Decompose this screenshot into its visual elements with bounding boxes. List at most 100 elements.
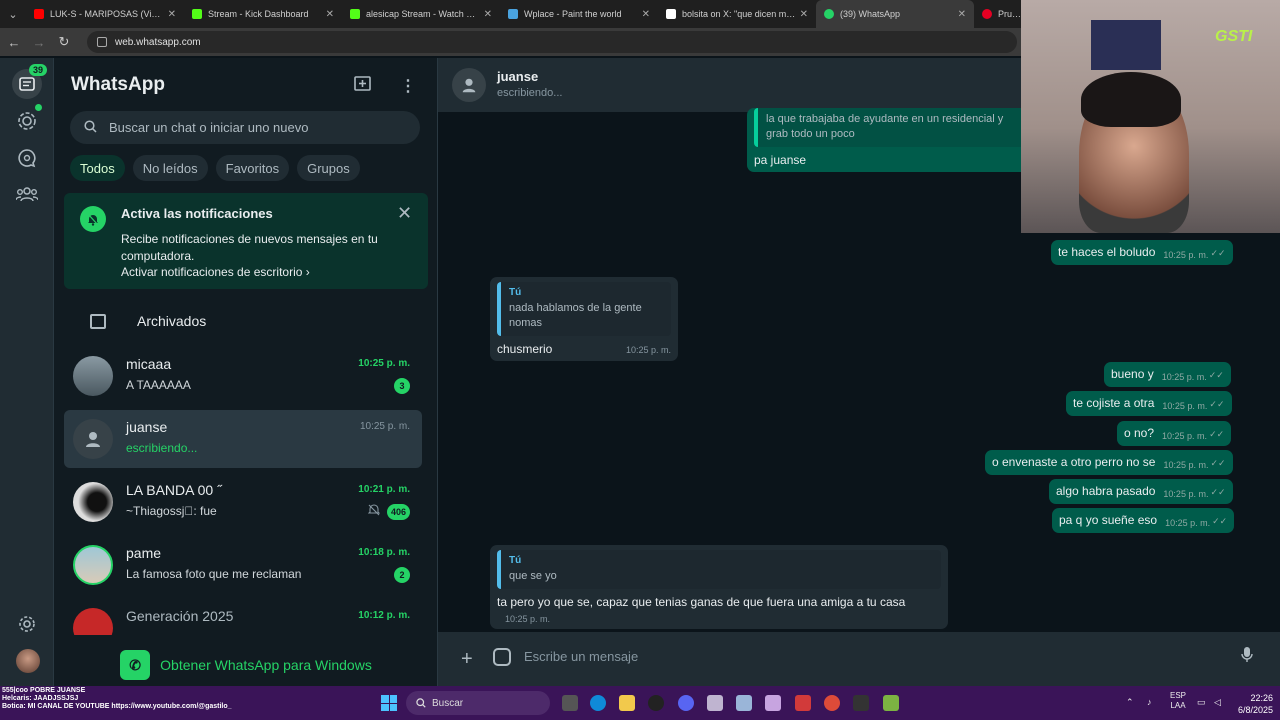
search-input[interactable]: Buscar un chat o iniciar uno nuevo [70,111,420,144]
contact-name: juanse [497,69,539,84]
network-icon[interactable]: ▭ [1197,697,1206,708]
file-explorer-icon[interactable] [619,695,635,711]
filter-favorites[interactable]: Favoritos [215,155,290,181]
attach-plus-icon[interactable]: + [461,648,473,671]
browser-tab-1[interactable]: LUK-S - MARIPOSAS (Video Of ✕ [26,0,184,28]
clock-date: 6/8/2025 [1238,705,1274,715]
taskbar-search[interactable]: Buscar [406,691,550,715]
close-tab-icon[interactable]: ✕ [800,9,808,20]
channels-icon[interactable] [14,145,40,171]
communities-icon[interactable] [14,181,40,207]
new-chat-icon[interactable] [354,76,371,96]
close-tab-icon[interactable]: ✕ [642,9,650,20]
sticker-emoji-icon[interactable] [493,648,511,666]
archived-row[interactable]: Archivados [54,301,438,341]
close-tab-icon[interactable]: ✕ [326,9,334,20]
get-windows-app-link[interactable]: ✆ Obtener WhatsApp para Windows [54,644,438,686]
chat-item-micaaa[interactable]: micaaa A TAAAAAA 10:25 p. m. 3 [64,347,422,405]
filter-all[interactable]: Todos [70,155,125,181]
message-bubble[interactable]: Tú nada hablamos de la gente nomas chusm… [490,277,678,361]
unread-badge: 3 [394,378,410,394]
app-icon[interactable] [883,695,899,711]
contact-avatar[interactable] [452,68,486,102]
chat-name: micaaa [126,356,172,372]
tray-chevron-icon[interactable]: ⌃ [1126,697,1134,708]
link-text: Activar notificaciones de escritorio [121,265,303,279]
windows-start-icon[interactable] [381,695,397,711]
message-time: 10:25 p. m. [1162,401,1208,411]
mic-tray-icon[interactable]: ♪ [1147,697,1152,707]
system-clock[interactable]: 22:26 6/8/2025 [1238,692,1273,716]
message-bubble[interactable]: te haces el boludo 10:25 p. m. ✓✓ [1051,240,1233,265]
profile-avatar[interactable] [16,649,40,673]
browser-tab-whatsapp[interactable]: (39) WhatsApp ✕ [816,0,974,28]
task-view-icon[interactable] [562,695,578,711]
search-icon [416,698,426,708]
message-bubble[interactable]: bueno y 10:25 p. m. ✓✓ [1104,362,1231,387]
avatar [73,608,113,635]
chat-item-pame[interactable]: pame La famosa foto que me reclaman 10:1… [64,536,422,594]
chrome-icon[interactable] [824,695,840,711]
volume-icon[interactable]: ◁ [1214,697,1221,708]
site-info-icon[interactable] [97,37,107,47]
quoted-author: Tú [509,555,522,566]
edge-icon[interactable] [590,695,606,711]
reload-icon[interactable]: ↻ [53,34,75,50]
url-field[interactable]: web.whatsapp.com [87,31,1017,53]
microphone-icon[interactable] [1241,646,1253,668]
message-bubble[interactable]: algo habra pasado 10:25 p. m. ✓✓ [1049,479,1233,504]
browser-tab-5[interactable]: bolsita on X: "que dicen me sac ✕ [658,0,816,28]
obs-icon[interactable] [648,695,664,711]
chat-name: LA BANDA 00 ˝ [126,482,222,498]
chat-item-la-banda[interactable]: LA BANDA 00 ˝ ~Thiagossj🏽: fue 10:21 p. … [64,473,422,531]
browser-tab-2[interactable]: Stream - Kick Dashboard ✕ [184,0,342,28]
settings-gear-icon[interactable] [14,611,40,637]
chat-list-panel: WhatsApp ⋮ Buscar un chat o iniciar uno … [54,58,438,686]
close-icon[interactable]: ✕ [397,203,412,224]
app-title: WhatsApp [71,74,165,95]
tab-list-dropdown-icon[interactable]: ⌄ [0,0,26,28]
forward-arrow-icon[interactable]: → [28,35,50,50]
read-receipt-icon: ✓✓ [1208,370,1224,380]
chat-item-generacion-2025[interactable]: Generación 2025 10:12 p. m. [64,599,422,635]
message-time: 10:25 p. m. [625,345,671,355]
message-bubble[interactable]: te cojiste a otra 10:25 p. m. ✓✓ [1066,391,1232,416]
message-input[interactable]: Escribe un mensaje [524,649,638,664]
language-indicator[interactable]: ESP LAA [1170,691,1186,711]
unread-badge: 2 [394,567,410,583]
close-tab-icon[interactable]: ✕ [484,9,492,20]
app-icon[interactable] [765,695,781,711]
quoted-text: la que trabajaba de ayudante en un resid… [766,113,1004,140]
close-tab-icon[interactable]: ✕ [168,9,176,20]
browser-tab-4[interactable]: Wplace - Paint the world ✕ [500,0,658,28]
filter-groups[interactable]: Grupos [297,155,360,181]
app-icon[interactable] [853,695,869,711]
status-icon[interactable] [14,108,40,134]
message-bubble[interactable]: la que trabajaba de ayudante en un resid… [747,108,1037,172]
app-icon[interactable] [707,695,723,711]
chat-item-juanse[interactable]: juanse escribiendo... 10:25 p. m. [64,410,422,468]
close-tab-icon[interactable]: ✕ [958,9,966,20]
message-text: te haces el boludo [1058,245,1156,259]
message-time: 10:25 p. m. [1162,431,1208,441]
discord-icon[interactable] [678,695,694,711]
ticker-line: Helcaris: JAADJSSJSJ [2,695,79,702]
enable-notifications-link[interactable]: Activar notificaciones de escritorio › [121,265,310,279]
notification-banner: Activa las notificaciones Recibe notific… [64,193,428,289]
quoted-message[interactable]: la que trabajaba de ayudante en un resid… [754,108,1030,147]
chevron-right-icon: › [305,265,310,279]
browser-tab-3[interactable]: alesicap Stream - Watch Live o ✕ [342,0,500,28]
message-bubble[interactable]: Tú que se yo ta pero yo que se, capaz qu… [490,545,948,629]
photos-icon[interactable] [736,695,752,711]
message-bubble[interactable]: o envenaste a otro perro no se 10:25 p. m… [985,450,1233,475]
quoted-message[interactable]: Tú que se yo [497,550,941,589]
filter-chips: Todos No leídos Favoritos Grupos [70,155,360,181]
message-bubble[interactable]: pa q yo sueñe eso 10:25 p. m. ✓✓ [1052,508,1235,533]
back-arrow-icon[interactable]: ← [3,35,25,50]
message-bubble[interactable]: o no? 10:25 p. m. ✓✓ [1117,421,1232,446]
filter-unread[interactable]: No leídos [132,155,208,181]
menu-kebab-icon[interactable]: ⋮ [400,76,416,96]
stream-chat-ticker: 555|coo POBRE JUANSE Helcaris: JAADJSSJS… [2,687,232,711]
quoted-message[interactable]: Tú nada hablamos de la gente nomas [497,282,671,336]
app-icon[interactable] [795,695,811,711]
